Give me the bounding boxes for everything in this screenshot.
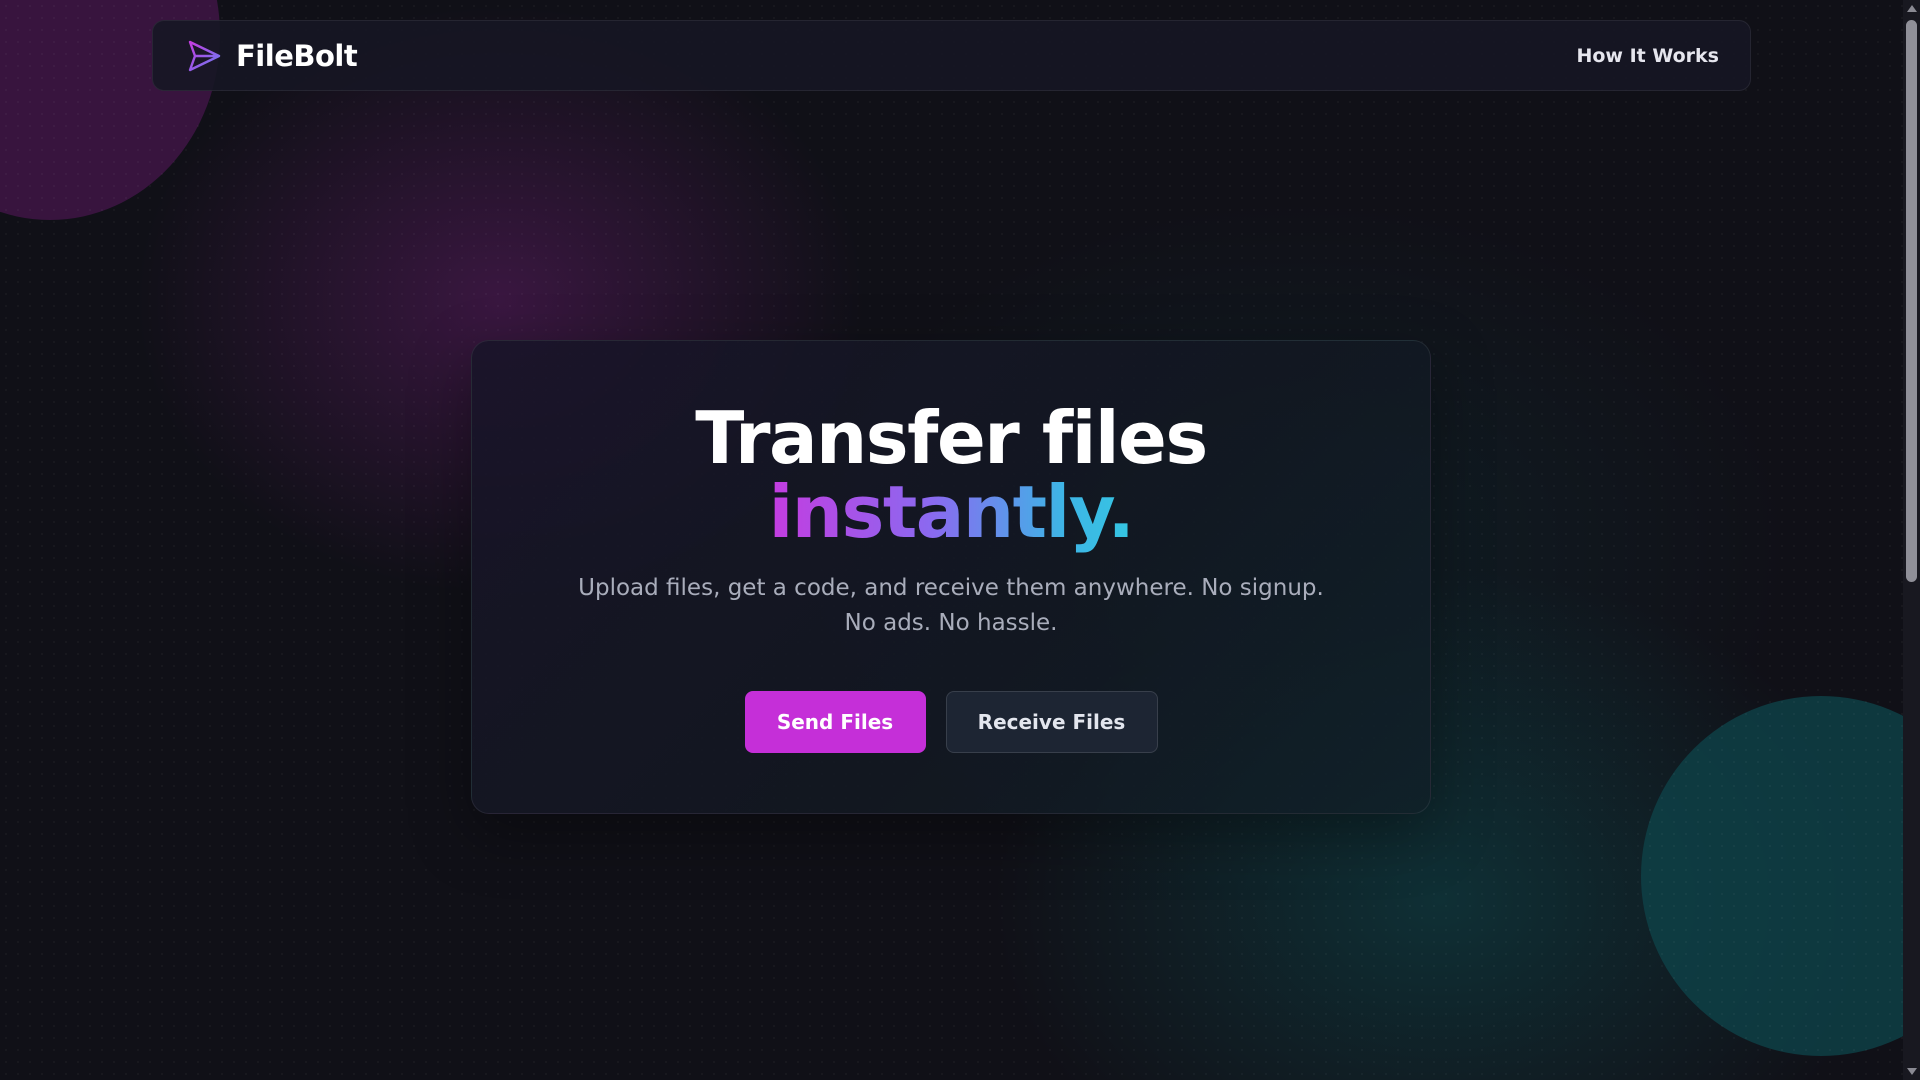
hero-headline: Transfer files <box>695 396 1208 480</box>
nav-link-how-it-works[interactable]: How It Works <box>1576 45 1719 67</box>
brand-logo[interactable]: FileBolt <box>186 38 358 74</box>
paper-plane-icon <box>188 40 221 71</box>
hero-headline-accent-text: instantly. <box>768 470 1135 554</box>
send-files-button[interactable]: Send Files <box>744 691 926 753</box>
hero-headline-accent: instantly. <box>472 475 1430 549</box>
brand-name: FileBolt <box>236 38 358 73</box>
vertical-scrollbar[interactable] <box>1903 0 1920 1080</box>
scrollbar-thumb[interactable] <box>1906 20 1917 582</box>
hero-subtitle: Upload files, get a code, and receive th… <box>578 575 1324 636</box>
scroll-down-arrow-icon[interactable] <box>1907 1068 1917 1075</box>
hero-card: Transfer files instantly. Upload files, … <box>471 340 1431 814</box>
scroll-up-arrow-icon[interactable] <box>1907 5 1917 12</box>
page: FileBolt How It Works Transfer files ins… <box>0 0 1920 1080</box>
top-navbar: FileBolt How It Works <box>152 20 1751 91</box>
hero-actions: Send Files Receive Files <box>472 691 1430 753</box>
receive-files-button[interactable]: Receive Files <box>945 691 1158 753</box>
decorative-teal-blob <box>1641 696 1920 1056</box>
